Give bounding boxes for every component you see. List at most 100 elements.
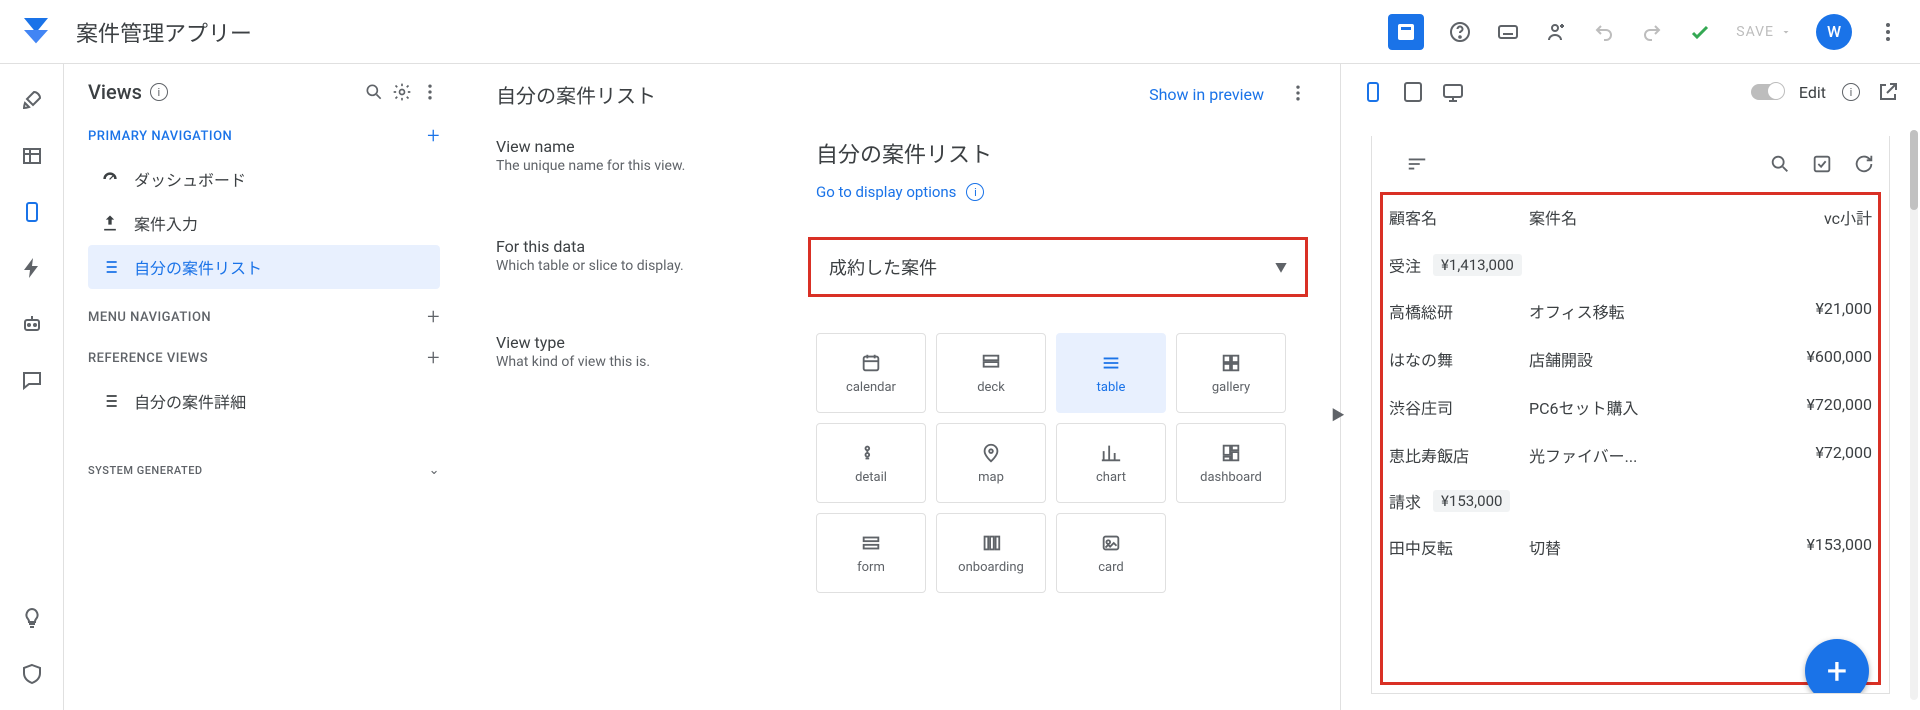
group-row[interactable]: 請求 ¥153,000	[1389, 479, 1872, 523]
list-icon	[100, 257, 120, 277]
save-label: SAVE	[1736, 24, 1774, 40]
redo-icon[interactable]	[1640, 20, 1664, 44]
col-header[interactable]: 案件名	[1529, 205, 1689, 229]
center-panel: 自分の案件リスト Show in preview View name The u…	[464, 64, 1340, 710]
info-icon[interactable]: i	[1842, 83, 1860, 101]
show-in-preview-link[interactable]: Show in preview	[1149, 85, 1264, 104]
add-icon[interactable]: +	[427, 124, 440, 149]
section-label: PRIMARY NAVIGATION	[88, 129, 232, 144]
section-menu-nav[interactable]: MENU NAVIGATION +	[88, 305, 440, 330]
search-icon[interactable]	[364, 82, 384, 102]
go-to-display-options-link[interactable]: Go to display options	[816, 183, 956, 201]
avatar-letter: W	[1827, 22, 1841, 41]
open-external-icon[interactable]	[1876, 80, 1900, 104]
viewtype-gallery[interactable]: gallery	[1176, 333, 1286, 413]
device-phone-icon[interactable]	[1361, 80, 1385, 104]
refresh-icon[interactable]	[1853, 153, 1875, 175]
avatar[interactable]: W	[1816, 14, 1852, 50]
chevron-down-icon: ▼	[1275, 259, 1287, 276]
edit-label: Edit	[1799, 83, 1826, 102]
device-desktop-icon[interactable]	[1441, 80, 1465, 104]
top-bar: 案件管理アプリー SAVE W	[0, 0, 1920, 64]
info-icon[interactable]: i	[966, 183, 984, 201]
more-vert-icon[interactable]	[1288, 83, 1308, 107]
section-label: SYSTEM GENERATED	[88, 464, 203, 477]
save-button[interactable]: SAVE	[1736, 24, 1792, 40]
viewtype-form[interactable]: form	[816, 513, 926, 593]
view-name-value[interactable]: 自分の案件リスト	[816, 137, 1308, 169]
sort-icon[interactable]	[1406, 153, 1428, 175]
chat-icon[interactable]	[20, 368, 44, 392]
view-item-label: 案件入力	[134, 211, 198, 235]
automation-icon[interactable]	[20, 256, 44, 280]
more-vert-icon[interactable]	[1876, 20, 1900, 44]
col-header[interactable]: 顧客名	[1389, 205, 1529, 229]
group-row[interactable]: 受注 ¥1,413,000	[1389, 243, 1872, 287]
help-icon[interactable]	[1448, 20, 1472, 44]
field-desc-for-this-data: Which table or slice to display.	[496, 258, 808, 274]
search-icon[interactable]	[1769, 153, 1791, 175]
table-row[interactable]: 田中反転切替¥153,000	[1389, 523, 1872, 571]
edit-toggle[interactable]	[1751, 84, 1783, 100]
section-primary-nav[interactable]: PRIMARY NAVIGATION +	[88, 124, 440, 149]
field-label-view-name: View name	[496, 137, 816, 156]
add-icon[interactable]: +	[427, 346, 440, 371]
field-label-view-type: View type	[496, 333, 816, 352]
group-label: 請求	[1389, 489, 1421, 513]
views-icon[interactable]	[20, 200, 44, 224]
group-amount: ¥153,000	[1433, 490, 1510, 512]
table-row[interactable]: 高橋総研オフィス移転¥21,000	[1389, 287, 1872, 335]
shield-icon[interactable]	[20, 662, 44, 686]
view-item-my-anken-list[interactable]: 自分の案件リスト	[88, 245, 440, 289]
section-label: REFERENCE VIEWS	[88, 351, 208, 366]
section-system-generated[interactable]: SYSTEM GENERATED ⌄	[88, 463, 440, 478]
view-item-label: 自分の案件詳細	[134, 389, 246, 413]
lightbulb-icon[interactable]	[20, 606, 44, 630]
undo-icon[interactable]	[1592, 20, 1616, 44]
rocket-icon[interactable]	[20, 88, 44, 112]
viewtype-calendar[interactable]: calendar	[816, 333, 926, 413]
viewtype-deck[interactable]: deck	[936, 333, 1046, 413]
expand-chevron-icon[interactable]: ▶	[1331, 405, 1345, 425]
list-icon	[100, 391, 120, 411]
add-user-icon[interactable]	[1544, 20, 1568, 44]
bot-icon[interactable]	[20, 312, 44, 336]
more-vert-icon[interactable]	[420, 82, 440, 102]
preview-icon[interactable]	[1388, 14, 1424, 50]
info-icon[interactable]: i	[150, 83, 168, 101]
right-panel: Edit i ▶ 顧客名 案件名 vc小計	[1340, 64, 1920, 710]
center-title: 自分の案件リスト	[496, 80, 656, 109]
select-value: 成約した案件	[829, 254, 937, 280]
device-tablet-icon[interactable]	[1401, 80, 1425, 104]
section-label: MENU NAVIGATION	[88, 310, 211, 325]
table-row[interactable]: はなの舞店舗開設¥600,000	[1389, 335, 1872, 383]
group-amount: ¥1,413,000	[1433, 254, 1522, 276]
viewtype-table[interactable]: table	[1056, 333, 1166, 413]
fab-add-button[interactable]: +	[1805, 639, 1869, 694]
view-item-my-anken-detail[interactable]: 自分の案件詳細	[88, 379, 440, 423]
gear-icon[interactable]	[392, 82, 412, 102]
checkbox-icon[interactable]	[1811, 153, 1833, 175]
views-panel: Views i PRIMARY NAVIGATION + ダッシュボード 案件入…	[64, 64, 464, 710]
viewtype-chart[interactable]: chart	[1056, 423, 1166, 503]
view-item-dashboard[interactable]: ダッシュボード	[88, 157, 440, 201]
view-item-label: ダッシュボード	[134, 167, 246, 191]
viewtype-dashboard[interactable]: dashboard	[1176, 423, 1286, 503]
table-row[interactable]: 恵比寿飯店光ファイバー...¥72,000	[1389, 431, 1872, 479]
for-this-data-select[interactable]: 成約した案件 ▼	[808, 237, 1308, 297]
viewtype-map[interactable]: map	[936, 423, 1046, 503]
keyboard-icon[interactable]	[1496, 20, 1520, 44]
view-item-anken-input[interactable]: 案件入力	[88, 201, 440, 245]
chevron-down-icon: ⌄	[429, 463, 440, 478]
add-icon[interactable]: +	[427, 305, 440, 330]
group-label: 受注	[1389, 253, 1421, 277]
viewtype-card[interactable]: card	[1056, 513, 1166, 593]
viewtype-onboarding[interactable]: onboarding	[936, 513, 1046, 593]
section-reference-views[interactable]: REFERENCE VIEWS +	[88, 346, 440, 371]
viewtype-detail[interactable]: detail	[816, 423, 926, 503]
scrollbar[interactable]	[1910, 130, 1918, 700]
data-icon[interactable]	[20, 144, 44, 168]
col-header[interactable]: vc小計	[1689, 205, 1872, 229]
gauge-icon	[100, 169, 120, 189]
table-row[interactable]: 渋谷庄司PC6セット購入¥720,000	[1389, 383, 1872, 431]
